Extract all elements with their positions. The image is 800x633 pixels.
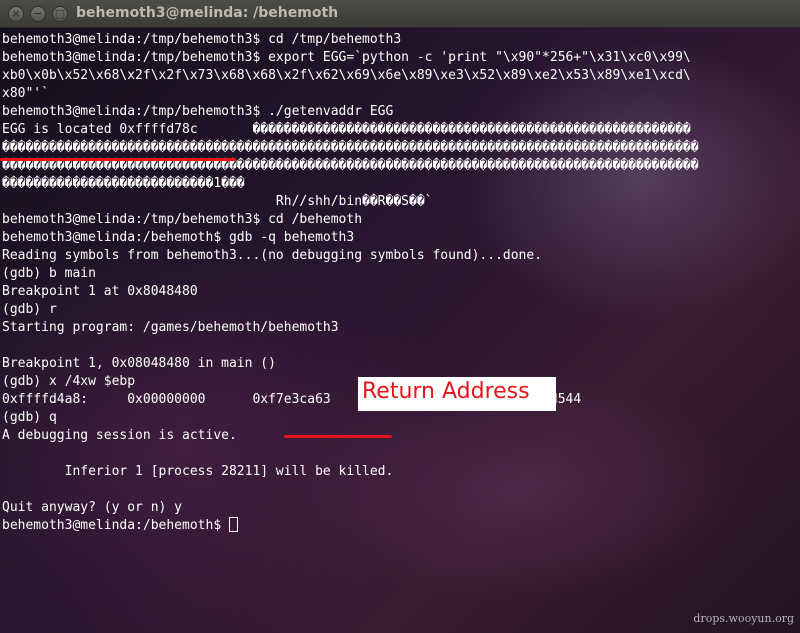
return-address-callout: Return Address: [358, 377, 556, 411]
terminal-line: Rh//shh/bin��R��S��`: [2, 194, 433, 209]
watermark: drops.wooyun.org: [693, 612, 794, 625]
close-window-button[interactable]: ×: [8, 6, 24, 22]
shell-prompt: behemoth3@melinda:/behemoth$: [2, 518, 229, 533]
terminal-line: A debugging session is active.: [2, 428, 237, 443]
terminal-line: Inferior 1 [process 28211] will be kille…: [2, 464, 394, 479]
terminal-line: behemoth3@melinda:/tmp/behemoth3$ cd /tm…: [2, 32, 402, 47]
terminal-line: xb0\x0b\x52\x68\x2f\x2f\x73\x68\x68\x2f\…: [2, 68, 691, 83]
terminal-line: behemoth3@melinda:/behemoth$ gdb -q behe…: [2, 230, 355, 245]
egg-address-underline: [0, 158, 236, 161]
terminal-line: ���������������������������1���: [2, 176, 245, 191]
terminal-line: (gdb) b main: [2, 266, 96, 281]
terminal-output: behemoth3@melinda:/tmp/behemoth3$ cd /tm…: [2, 31, 798, 535]
terminal-window: × − □ behemoth3@melinda: /behemoth behem…: [0, 0, 800, 633]
maximize-window-button[interactable]: □: [52, 6, 68, 22]
terminal-line: behemoth3@melinda:/tmp/behemoth3$ ./gete…: [2, 104, 394, 119]
terminal-line: behemoth3@melinda:/tmp/behemoth3$ export…: [2, 50, 691, 65]
terminal-line: (gdb) q: [2, 410, 57, 425]
return-address-underline: [284, 435, 392, 438]
terminal-line: EGG is located 0xffffd78c ��������������…: [2, 122, 691, 137]
terminal-line: (gdb) r: [2, 302, 57, 317]
terminal-prompt-line[interactable]: behemoth3@melinda:/behemoth$: [2, 517, 798, 535]
terminal-line: Quit anyway? (y or n) y: [2, 500, 183, 515]
terminal-line: ����������������������������������������…: [2, 140, 699, 155]
terminal-area[interactable]: behemoth3@melinda:/tmp/behemoth3$ cd /tm…: [0, 28, 800, 633]
terminal-line: Starting program: /games/behemoth/behemo…: [2, 320, 339, 335]
terminal-line: x80"'`: [2, 86, 49, 101]
window-title: behemoth3@melinda: /behemoth: [76, 5, 339, 21]
minimize-window-button[interactable]: −: [30, 6, 46, 22]
terminal-line: Breakpoint 1 at 0x8048480: [2, 284, 198, 299]
terminal-line: behemoth3@melinda:/tmp/behemoth3$ cd /be…: [2, 212, 363, 227]
return-address-label: Return Address: [362, 379, 530, 404]
terminal-line: Reading symbols from behemoth3...(no deb…: [2, 248, 543, 263]
title-bar: × − □ behemoth3@melinda: /behemoth: [0, 0, 800, 28]
text-cursor: [228, 517, 238, 532]
terminal-line: Breakpoint 1, 0x08048480 in main (): [2, 356, 276, 371]
